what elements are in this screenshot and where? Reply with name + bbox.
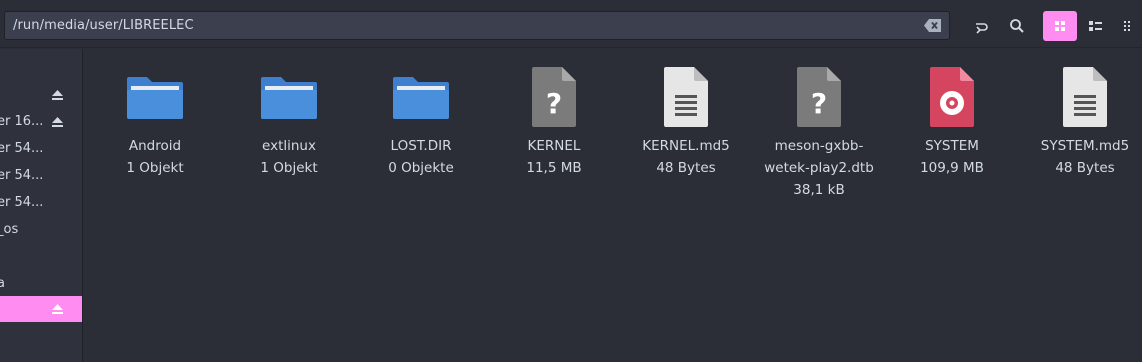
file-name: SYSTEM.md5: [1040, 138, 1130, 154]
go-up-button[interactable]: [964, 11, 998, 41]
compact-view-button[interactable]: [1116, 11, 1142, 41]
sidebar-item-device-3[interactable]: er 54...: [0, 136, 82, 162]
file-item-kernel-md5[interactable]: KERNEL.md5 48 Bytes: [620, 65, 752, 179]
file-item-android[interactable]: Android 1 Objekt: [89, 65, 221, 179]
svg-text:?: ?: [546, 87, 562, 120]
file-grid: Android 1 Objekt extlinux 1 Objekt LOST.…: [84, 49, 1142, 362]
folder-icon: [127, 77, 183, 119]
sidebar-item-label: er 16...: [0, 114, 44, 129]
file-meta: 109,9 MB: [920, 160, 984, 176]
grid-view-button[interactable]: [1043, 11, 1077, 41]
sidebar-item-label: er 54...: [0, 168, 44, 183]
file-name: LOST.DIR: [390, 138, 452, 154]
list-view-button[interactable]: [1079, 11, 1113, 41]
folder-icon: [261, 77, 317, 119]
file-item-system[interactable]: SYSTEM 109,9 MB: [886, 65, 1018, 179]
search-button[interactable]: [1000, 11, 1034, 41]
file-meta: 1 Objekt: [260, 160, 318, 176]
file-name-continued: wetek-play2.dtb: [764, 160, 874, 176]
file-meta: 0 Objekte: [388, 160, 454, 176]
sidebar-item-device-7[interactable]: a: [0, 271, 82, 297]
file-meta: 1 Objekt: [126, 160, 184, 176]
go-up-icon: [976, 23, 988, 34]
file-item-system-md5[interactable]: SYSTEM.md5 48 Bytes: [1019, 65, 1142, 179]
svg-text:?: ?: [811, 87, 827, 120]
file-meta: 38,1 kB: [793, 182, 845, 198]
text-file-icon: [1063, 67, 1107, 127]
sidebar-item-device-2[interactable]: er 16...: [0, 109, 82, 135]
compact-view-icon: [1124, 21, 1130, 31]
file-item-kernel[interactable]: ? KERNEL 11,5 MB: [488, 65, 620, 179]
text-file-icon: [664, 67, 708, 127]
clear-location-icon[interactable]: [924, 19, 941, 32]
unknown-file-icon: ?: [797, 67, 841, 127]
sidebar-item-device-1[interactable]: [0, 82, 82, 108]
list-view-icon: [1089, 21, 1102, 31]
sidebar-item-device-4[interactable]: er 54...: [0, 163, 82, 189]
folder-icon: [393, 77, 449, 119]
sidebar-item-libreelec[interactable]: [0, 296, 82, 322]
file-name: KERNEL: [527, 138, 581, 154]
sidebar-item-label: er 54...: [0, 141, 44, 156]
eject-icon[interactable]: [52, 304, 63, 314]
file-meta: 11,5 MB: [526, 160, 582, 176]
sidebar-item-label: er 54...: [0, 195, 44, 210]
search-icon: [1010, 19, 1024, 33]
file-name: Android: [128, 138, 182, 154]
sidebar: er 16... er 54... er 54... er 54... _os …: [0, 49, 83, 362]
file-meta: 48 Bytes: [1055, 160, 1115, 176]
location-path[interactable]: /run/media/user/LIBREELEC: [13, 18, 194, 33]
sidebar-item-label: a: [0, 276, 5, 291]
file-name: meson-gxbb-: [774, 138, 864, 154]
file-item-meson-dtb[interactable]: ? meson-gxbb- wetek-play2.dtb 38,1 kB: [753, 65, 885, 201]
grid-view-icon: [1055, 21, 1065, 31]
sidebar-item-device-6[interactable]: _os: [0, 217, 82, 243]
file-name: SYSTEM: [925, 138, 979, 154]
file-item-lost-dir[interactable]: LOST.DIR 0 Objekte: [355, 65, 487, 179]
sidebar-item-label: _os: [0, 222, 19, 237]
location-bar[interactable]: /run/media/user/LIBREELEC: [4, 11, 950, 40]
eject-icon[interactable]: [52, 90, 63, 100]
file-meta: 48 Bytes: [656, 160, 716, 176]
file-name: KERNEL.md5: [642, 138, 730, 154]
eject-icon[interactable]: [52, 117, 63, 127]
unknown-file-icon: ?: [532, 67, 576, 127]
disc-image-icon: [930, 67, 974, 127]
header-bar: /run/media/user/LIBREELEC: [0, 0, 1142, 48]
file-item-extlinux[interactable]: extlinux 1 Objekt: [223, 65, 355, 179]
file-name: extlinux: [262, 138, 316, 154]
sidebar-item-device-5[interactable]: er 54...: [0, 190, 82, 216]
